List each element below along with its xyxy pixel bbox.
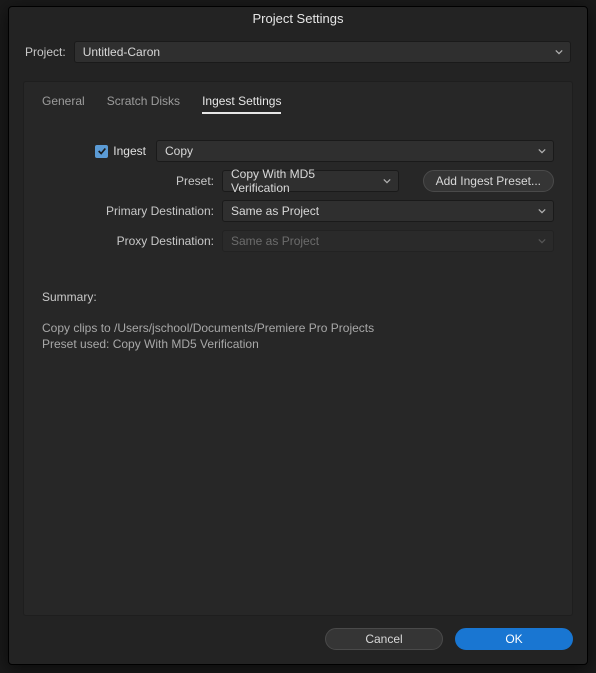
project-select-value: Untitled-Caron xyxy=(83,45,160,59)
tab-ingest-settings[interactable]: Ingest Settings xyxy=(202,94,281,114)
ok-button-label: OK xyxy=(505,632,522,646)
tabs: General Scratch Disks Ingest Settings xyxy=(24,90,572,114)
preset-row: Preset: Copy With MD5 Verification Add I… xyxy=(42,170,554,192)
cancel-button[interactable]: Cancel xyxy=(325,628,443,650)
ingest-row: Ingest Copy xyxy=(42,140,554,162)
ingest-method-select[interactable]: Copy xyxy=(156,140,554,162)
ingest-checkbox-wrap: Ingest xyxy=(42,144,156,158)
proxy-destination-value: Same as Project xyxy=(231,234,319,248)
preset-value: Copy With MD5 Verification xyxy=(231,167,376,195)
project-label: Project: xyxy=(25,45,66,59)
proxy-destination-row: Proxy Destination: Same as Project xyxy=(42,230,554,252)
ingest-form: Ingest Copy Preset: Copy With MD5 Verifi… xyxy=(24,114,572,260)
chevron-down-icon xyxy=(554,47,564,57)
project-select[interactable]: Untitled-Caron xyxy=(74,41,571,63)
settings-panel: General Scratch Disks Ingest Settings In… xyxy=(23,81,573,616)
add-preset-label: Add Ingest Preset... xyxy=(436,174,541,188)
dialog-title: Project Settings xyxy=(9,7,587,31)
primary-destination-row: Primary Destination: Same as Project xyxy=(42,200,554,222)
tab-general[interactable]: General xyxy=(42,94,85,114)
chevron-down-icon xyxy=(537,206,547,216)
preset-label: Preset: xyxy=(42,174,222,188)
ok-button[interactable]: OK xyxy=(455,628,573,650)
proxy-destination-label: Proxy Destination: xyxy=(42,234,222,248)
chevron-down-icon xyxy=(382,176,392,186)
chevron-down-icon xyxy=(537,146,547,156)
summary-block: Summary: Copy clips to /Users/jschool/Do… xyxy=(24,260,572,352)
summary-line-2: Preset used: Copy With MD5 Verification xyxy=(42,336,554,352)
summary-heading: Summary: xyxy=(42,290,554,304)
ingest-method-value: Copy xyxy=(165,144,193,158)
primary-destination-select[interactable]: Same as Project xyxy=(222,200,554,222)
primary-destination-label: Primary Destination: xyxy=(42,204,222,218)
dialog-footer: Cancel OK xyxy=(9,616,587,664)
tab-scratch-disks[interactable]: Scratch Disks xyxy=(107,94,180,114)
ingest-checkbox[interactable] xyxy=(95,145,108,158)
ingest-checkbox-label: Ingest xyxy=(113,144,146,158)
primary-destination-value: Same as Project xyxy=(231,204,319,218)
preset-select[interactable]: Copy With MD5 Verification xyxy=(222,170,399,192)
project-settings-dialog: Project Settings Project: Untitled-Caron… xyxy=(8,6,588,665)
cancel-button-label: Cancel xyxy=(365,632,402,646)
summary-line-1: Copy clips to /Users/jschool/Documents/P… xyxy=(42,320,554,336)
add-ingest-preset-button[interactable]: Add Ingest Preset... xyxy=(423,170,554,192)
project-row: Project: Untitled-Caron xyxy=(9,31,587,67)
proxy-destination-select: Same as Project xyxy=(222,230,554,252)
chevron-down-icon xyxy=(537,236,547,246)
